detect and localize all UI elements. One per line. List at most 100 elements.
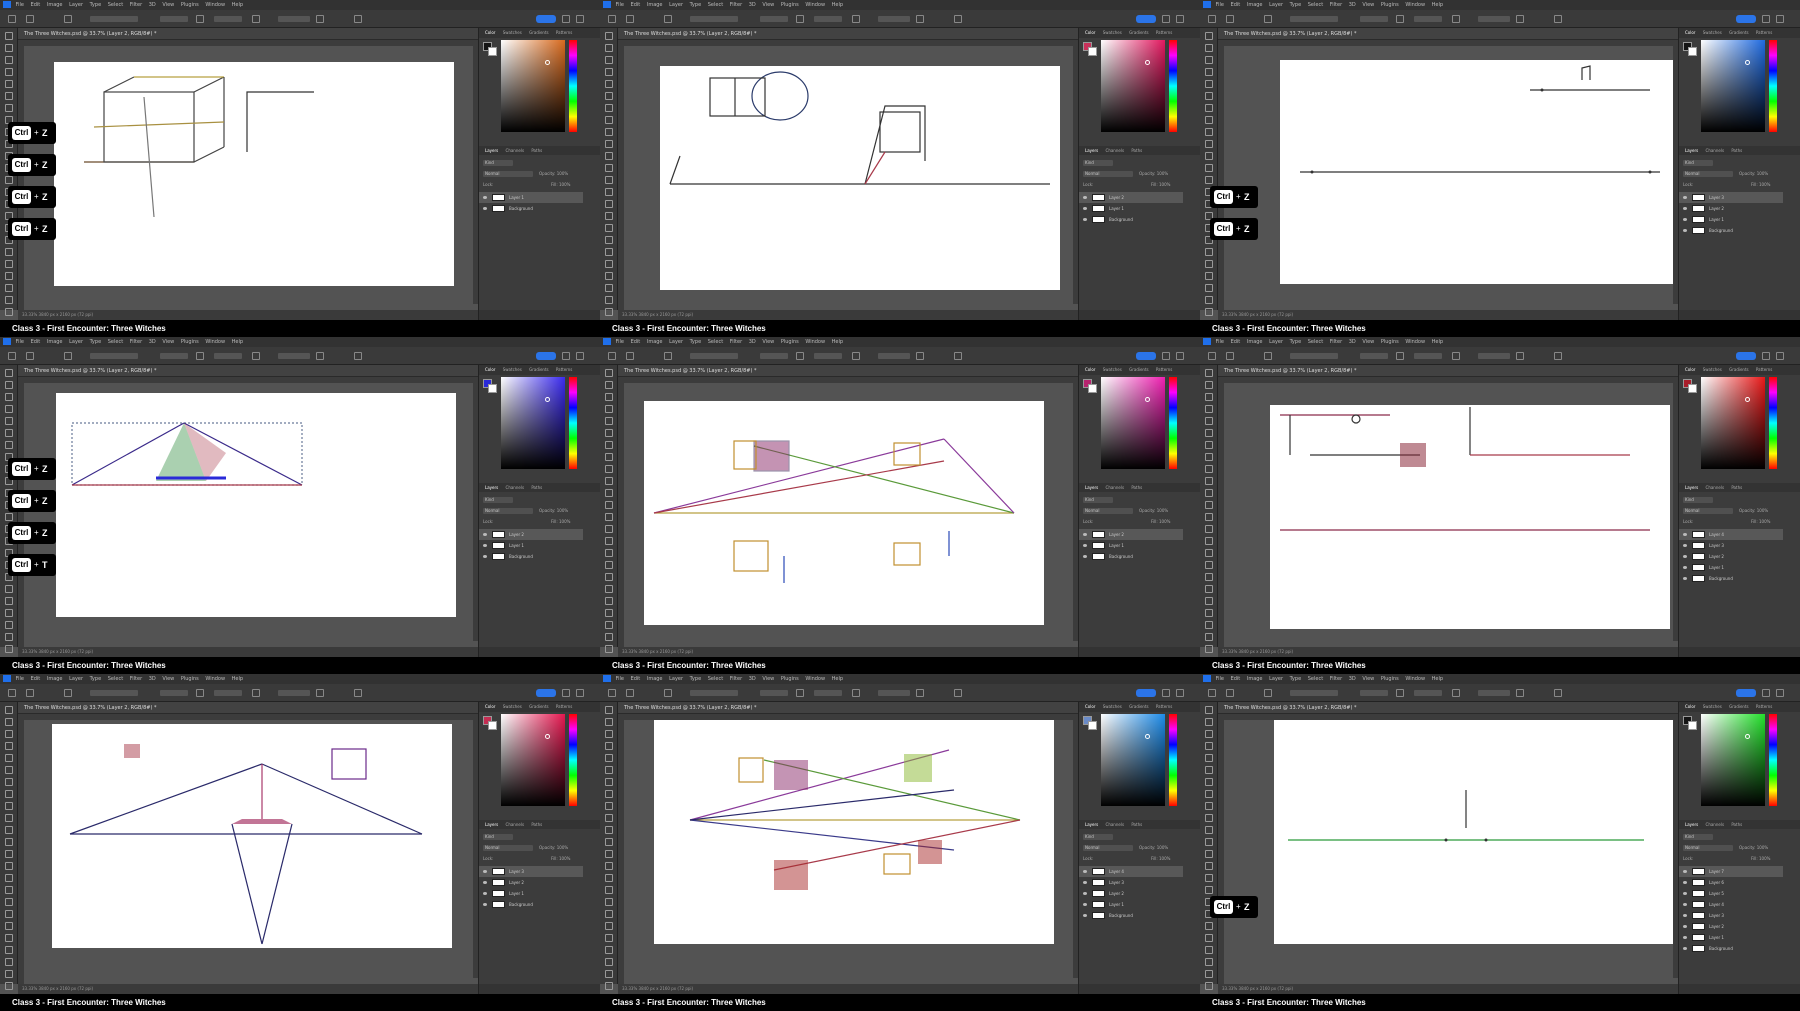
menu-select[interactable]: Select [1308,2,1323,8]
menu-window[interactable]: Window [1405,676,1425,682]
tool-icon[interactable] [604,790,613,798]
visibility-eye-icon[interactable] [1683,533,1687,536]
flow-field[interactable] [814,16,842,22]
brush-tool-icon[interactable] [26,15,34,23]
tab-channels[interactable]: Channels [506,485,525,490]
tool-icon[interactable] [1204,946,1213,954]
home-icon[interactable] [8,15,16,23]
color-picker-cursor[interactable] [1745,734,1750,739]
home-icon[interactable] [1208,352,1216,360]
menu-edit[interactable]: Edit [31,2,41,8]
pressure-opacity-icon[interactable] [196,15,204,23]
tool-icon[interactable] [1204,152,1213,160]
visibility-eye-icon[interactable] [1683,903,1687,906]
menu-window[interactable]: Window [1405,2,1425,8]
menu-help[interactable]: Help [1432,676,1443,682]
tool-icon[interactable] [604,874,613,882]
tool-icon[interactable] [604,597,613,605]
symmetry-icon[interactable] [354,689,362,697]
mode-select[interactable] [690,353,738,359]
brush-settings-icon[interactable] [64,689,72,697]
foreground-background-swatches[interactable] [1083,716,1097,730]
tab-patterns[interactable]: Patterns [1156,30,1172,35]
tool-icon[interactable] [604,80,613,88]
workspace-icon[interactable] [576,689,584,697]
background-color-swatch[interactable] [1688,384,1697,393]
tool-icon[interactable] [4,790,13,798]
tool-icon[interactable] [4,838,13,846]
background-color-swatch[interactable] [488,47,497,56]
layer-row[interactable]: Layer 2 [1679,921,1783,932]
layer-filter-select[interactable]: Kind [1083,834,1113,840]
layer-filter-select[interactable]: Kind [483,497,513,503]
menu-window[interactable]: Window [205,2,225,8]
document-tab[interactable]: The Three Witches.psd @ 33.7% (Layer 2, … [18,28,478,40]
tool-icon[interactable] [604,585,613,593]
menu-layer[interactable]: Layer [1269,676,1283,682]
tool-icon[interactable] [4,814,13,822]
layer-row[interactable]: Layer 2 [479,877,583,888]
layer-row[interactable]: Layer 1 [1079,899,1183,910]
visibility-eye-icon[interactable] [1083,881,1087,884]
opacity-control[interactable]: Opacity: 100% [1739,845,1768,851]
menu-layer[interactable]: Layer [669,339,683,345]
menu-help[interactable]: Help [832,2,843,8]
gear-icon[interactable] [916,352,924,360]
tool-icon[interactable] [604,766,613,774]
tab-layers[interactable]: Layers [485,148,498,153]
tool-icon[interactable] [604,609,613,617]
tab-channels[interactable]: Channels [1106,822,1125,827]
tool-icon[interactable] [4,946,13,954]
tab-color[interactable]: Color [1085,704,1095,709]
tool-icon[interactable] [604,982,613,990]
visibility-eye-icon[interactable] [483,870,487,873]
menu-plugins[interactable]: Plugins [781,676,799,682]
brush-tool-icon[interactable] [1226,352,1234,360]
visibility-eye-icon[interactable] [483,555,487,558]
menu-filter[interactable]: Filter [130,339,142,345]
menu-plugins[interactable]: Plugins [1381,339,1399,345]
menu-image[interactable]: Image [1247,676,1263,682]
menu-plugins[interactable]: Plugins [781,2,799,8]
tab-gradients[interactable]: Gradients [1729,367,1749,372]
foreground-background-swatches[interactable] [1083,379,1097,393]
tool-icon[interactable] [4,778,13,786]
tool-icon[interactable] [604,405,613,413]
airbrush-icon[interactable] [852,352,860,360]
menu-type[interactable]: Type [690,339,701,345]
tab-color[interactable]: Color [485,704,495,709]
menu-filter[interactable]: Filter [130,676,142,682]
document-tab[interactable]: The Three Witches.psd @ 33.7% (Layer 2, … [618,702,1078,714]
menu-type[interactable]: Type [690,2,701,8]
tab-channels[interactable]: Channels [1706,148,1725,153]
visibility-eye-icon[interactable] [1683,947,1687,950]
flow-field[interactable] [814,353,842,359]
layer-row[interactable]: Layer 3 [1079,877,1183,888]
tool-icon[interactable] [1204,718,1213,726]
menu-select[interactable]: Select [1308,676,1323,682]
home-icon[interactable] [608,689,616,697]
layer-row[interactable]: Layer 3 [1679,910,1783,921]
foreground-background-swatches[interactable] [483,379,497,393]
tool-icon[interactable] [604,453,613,461]
document-tab[interactable]: The Three Witches.psd @ 33.7% (Layer 2, … [1218,365,1678,377]
tool-icon[interactable] [4,513,13,521]
tab-color[interactable]: Color [1685,704,1695,709]
tool-icon[interactable] [604,152,613,160]
tab-paths[interactable]: Paths [1131,148,1142,153]
gear-icon[interactable] [916,689,924,697]
fill-control[interactable]: Fill: 100% [551,856,570,862]
menu-type[interactable]: Type [90,339,101,345]
foreground-background-swatches[interactable] [483,716,497,730]
layer-row[interactable]: Background [479,203,583,214]
tab-patterns[interactable]: Patterns [1156,367,1172,372]
hue-slider[interactable] [569,40,577,132]
visibility-eye-icon[interactable] [483,892,487,895]
tool-icon[interactable] [604,465,613,473]
airbrush-icon[interactable] [852,689,860,697]
airbrush-icon[interactable] [252,352,260,360]
menu-filter[interactable]: Filter [730,2,742,8]
tab-gradients[interactable]: Gradients [529,30,549,35]
layer-row[interactable]: Background [1079,551,1183,562]
symmetry-icon[interactable] [954,352,962,360]
